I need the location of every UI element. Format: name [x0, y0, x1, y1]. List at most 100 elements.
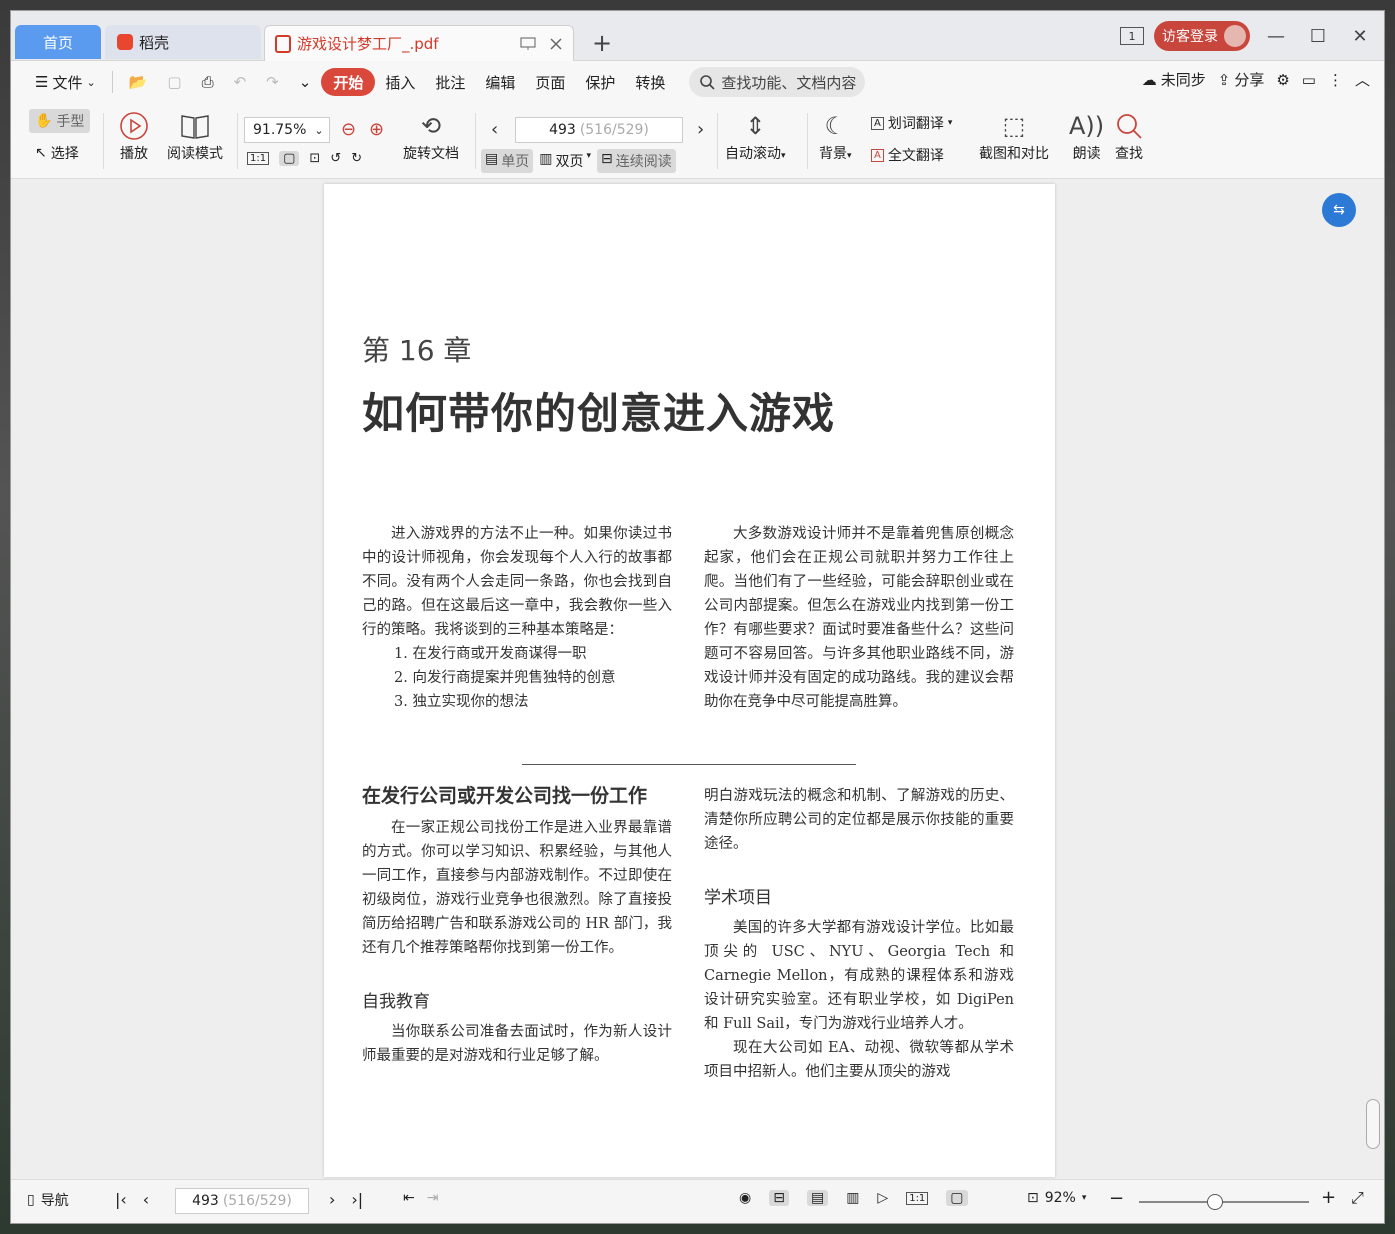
- hand-tool-button[interactable]: ✋ 手型: [29, 109, 91, 133]
- last-page-icon[interactable]: ›|: [351, 1190, 363, 1209]
- divider: [111, 71, 113, 93]
- comment-icon[interactable]: ▭: [1302, 71, 1316, 89]
- rotate-doc-button[interactable]: ⟲ 旋转文档: [403, 109, 459, 163]
- open-icon[interactable]: 📂: [119, 68, 158, 96]
- undo-icon[interactable]: ↶: [224, 68, 257, 96]
- page-number-input[interactable]: 493 (516/529): [515, 117, 683, 143]
- scroll-thumb[interactable]: [1366, 1099, 1380, 1149]
- select-tool-button[interactable]: ↖ 选择: [35, 143, 79, 163]
- double-page-button[interactable]: ▥ 双页 ▾: [539, 151, 591, 171]
- read-aloud-button[interactable]: A)) 朗读: [1069, 109, 1104, 163]
- read-mode-button[interactable]: 阅读模式: [167, 109, 223, 163]
- guest-login-button[interactable]: 访客登录: [1154, 21, 1250, 51]
- status-page-input[interactable]: 493 (516/529): [175, 1188, 309, 1214]
- menu-item-protect[interactable]: 保护: [575, 68, 625, 96]
- tab-document-label: 游戏设计梦工厂_.pdf: [297, 35, 439, 53]
- menu-item-insert[interactable]: 插入: [375, 68, 425, 96]
- new-tab-button[interactable]: +: [589, 29, 615, 57]
- maximize-icon[interactable]: ☐: [1302, 21, 1334, 51]
- more-dropdown-icon[interactable]: ⌄: [289, 68, 322, 96]
- minimize-icon[interactable]: —: [1260, 21, 1292, 51]
- single-page-button[interactable]: ▤ 单页: [481, 149, 534, 173]
- close-tab-icon[interactable]: [545, 33, 567, 55]
- menu-item-annotate[interactable]: 批注: [425, 68, 475, 96]
- more-icon[interactable]: ⋮: [1328, 71, 1343, 89]
- next-page-icon[interactable]: ›: [329, 1190, 335, 1209]
- print-icon[interactable]: ⎙: [192, 68, 224, 96]
- zoom-slider[interactable]: [1139, 1201, 1309, 1203]
- rotate-doc-icon: ⟲: [420, 112, 442, 140]
- fit-width-icon[interactable]: ⊡: [309, 151, 320, 166]
- rotate-right-icon[interactable]: ↻: [351, 151, 362, 166]
- zoom-slider-knob[interactable]: [1207, 1194, 1223, 1210]
- rotate-left-icon[interactable]: ↺: [330, 151, 341, 166]
- next-page-icon[interactable]: ›: [697, 119, 704, 140]
- pin-tab-icon[interactable]: [517, 33, 539, 55]
- tab-daoke[interactable]: 稻壳: [105, 25, 261, 59]
- zoom-select[interactable]: 91.75% ⌄: [244, 117, 330, 143]
- tab-home[interactable]: 首页: [15, 25, 101, 59]
- nav-toggle-button[interactable]: ▯ 导航: [27, 1190, 69, 1210]
- fullscreen-icon[interactable]: ⤢: [1351, 1188, 1364, 1208]
- intro-left-column: 进入游戏界的方法不止一种。如果你读过书中的设计师视角，你会发现每个人入行的故事都…: [362, 522, 672, 714]
- scrollbar[interactable]: [1366, 187, 1380, 1177]
- menu-item-page[interactable]: 页面: [525, 68, 575, 96]
- intro-right-column: 大多数游戏设计师并不是靠着兜售原创概念起家，他们会在正规公司就职并努力工作往上爬…: [704, 522, 1014, 714]
- play-button[interactable]: 播放: [119, 109, 149, 163]
- redo-icon[interactable]: ↷: [256, 68, 289, 96]
- chapter-title: 如何带你的创意进入游戏: [362, 389, 836, 438]
- collapse-ribbon-icon[interactable]: ︿: [1355, 69, 1370, 90]
- menu-item-convert[interactable]: 转换: [625, 68, 675, 96]
- menu-item-edit[interactable]: 编辑: [475, 68, 525, 96]
- single-page-label: 单页: [501, 154, 530, 170]
- tab-document[interactable]: 游戏设计梦工厂_.pdf: [264, 25, 574, 61]
- fit-page-icon[interactable]: ▢: [279, 151, 300, 166]
- chevron-down-icon: ⌄: [86, 75, 96, 89]
- status-page-current: 493: [192, 1193, 219, 1209]
- find-button[interactable]: 查找: [1115, 109, 1143, 163]
- zoom-out-icon[interactable]: ⊖: [341, 119, 356, 140]
- gear-icon[interactable]: ⚙: [1276, 71, 1289, 89]
- share-button[interactable]: ⇪ 分享: [1218, 69, 1265, 90]
- word-translate-button[interactable]: A 划词翻译 ▾: [871, 113, 952, 133]
- single-page-icon[interactable]: ▤: [806, 1190, 829, 1206]
- file-menu[interactable]: ☰ 文件 ⌄: [25, 68, 106, 96]
- save-icon[interactable]: ▢: [157, 68, 191, 96]
- continuous-read-button[interactable]: ⊟ 连续阅读: [597, 149, 676, 173]
- actual-size-icon[interactable]: 1:1: [906, 1191, 929, 1205]
- read-aloud-label: 朗读: [1072, 146, 1101, 162]
- share-label: 分享: [1234, 71, 1265, 89]
- zoom-out-icon[interactable]: −: [1109, 1188, 1124, 1209]
- window-count-icon[interactable]: 1: [1120, 27, 1144, 45]
- screenshot-compare-label: 截图和对比: [979, 146, 1049, 162]
- chevron-down-icon: ▾: [1081, 1193, 1087, 1203]
- forward-icon[interactable]: ⇥: [427, 1190, 439, 1206]
- menu-item-start[interactable]: 开始: [321, 68, 376, 96]
- double-page-icon[interactable]: ▥: [846, 1190, 859, 1206]
- convert-float-button[interactable]: ⇆: [1322, 193, 1356, 227]
- search-input[interactable]: 查找功能、文档内容: [689, 67, 866, 97]
- eye-icon[interactable]: ◉: [739, 1190, 751, 1206]
- document-viewport[interactable]: 第 16 章 如何带你的创意进入游戏 进入游戏界的方法不止一种。如果你读过书中的…: [11, 179, 1384, 1191]
- full-translate-button[interactable]: A 全文翻译: [871, 145, 944, 165]
- status-zoom-select[interactable]: ⊡ 92% ▾: [1027, 1190, 1086, 1206]
- zoom-in-icon[interactable]: +: [1321, 1187, 1336, 1208]
- continuous-icon[interactable]: ⊟: [769, 1190, 789, 1206]
- background-button[interactable]: ☾ 背景▾: [819, 109, 852, 163]
- close-window-icon[interactable]: ✕: [1344, 21, 1376, 51]
- auto-scroll-button[interactable]: ⇕ 自动滚动▾: [725, 109, 786, 163]
- zoom-in-icon[interactable]: ⊕: [369, 119, 384, 140]
- back-icon[interactable]: ⇤: [403, 1190, 415, 1206]
- screenshot-compare-button[interactable]: ⬚ 截图和对比: [979, 109, 1049, 163]
- page-current: 493: [549, 122, 576, 138]
- fit-page-icon[interactable]: ▢: [946, 1190, 968, 1206]
- first-page-icon[interactable]: |‹: [115, 1190, 127, 1209]
- actual-size-icon[interactable]: 1:1: [247, 152, 270, 165]
- right-column: 明白游戏玩法的概念和机制、了解游戏的历史、清楚你所应聘公司的定位都是展示你技能的…: [704, 784, 1014, 1084]
- prev-page-icon[interactable]: ‹: [143, 1190, 149, 1209]
- sync-button[interactable]: ☁ 未同步: [1142, 69, 1206, 90]
- share-icon: ⇪: [1217, 70, 1231, 89]
- zoom-value: 91.75%: [253, 122, 307, 138]
- prev-page-icon[interactable]: ‹: [491, 119, 498, 140]
- play-icon[interactable]: ▷: [877, 1190, 888, 1206]
